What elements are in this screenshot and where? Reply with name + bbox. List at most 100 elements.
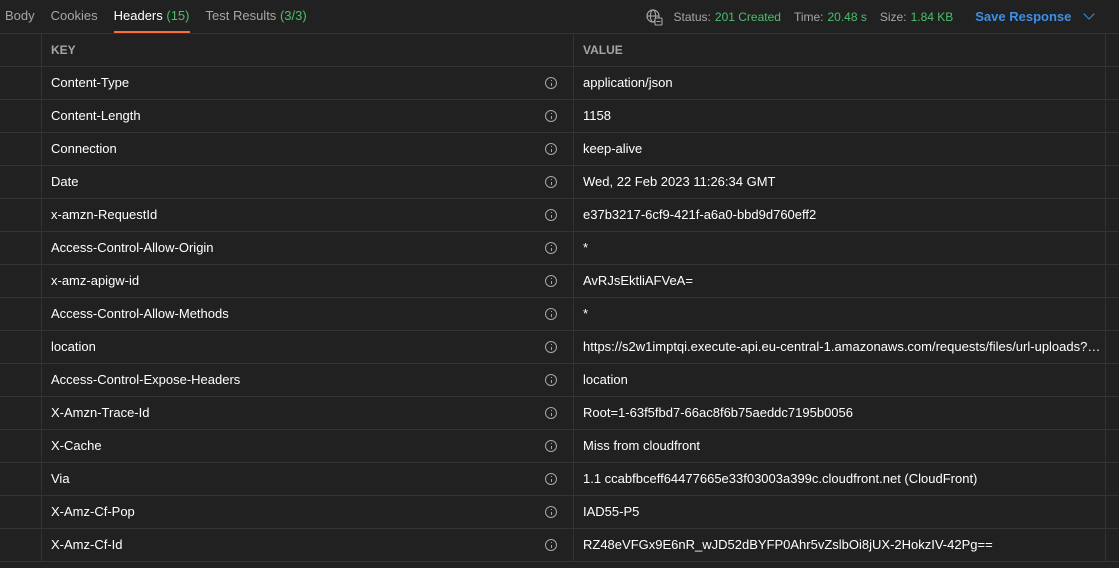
header-key-cell: Access-Control-Expose-Headers bbox=[42, 364, 574, 396]
info-icon[interactable] bbox=[545, 341, 557, 353]
header-key[interactable]: x-amz-apigw-id bbox=[51, 265, 531, 297]
header-value[interactable]: Wed, 22 Feb 2023 11:26:34 GMT bbox=[583, 166, 1101, 198]
info-icon[interactable] bbox=[545, 176, 557, 188]
table-row: Via 1.1 ccabfbceff64477665e33f03003a399c.… bbox=[0, 463, 1119, 496]
header-value[interactable]: keep-alive bbox=[583, 133, 1101, 165]
table-row: Access-Control-Allow-Origin * bbox=[0, 232, 1119, 265]
chevron-down-icon[interactable] bbox=[1083, 8, 1094, 19]
info-icon[interactable] bbox=[545, 374, 557, 386]
header-value[interactable]: Miss from cloudfront bbox=[583, 430, 1101, 462]
info-icon[interactable] bbox=[545, 407, 557, 419]
key-column-header: KEY bbox=[42, 34, 574, 66]
header-value-cell: IAD55-P5 bbox=[574, 496, 1106, 528]
row-gutter bbox=[0, 100, 42, 132]
header-key[interactable]: Date bbox=[51, 166, 531, 198]
header-value-cell: * bbox=[574, 232, 1106, 264]
header-key[interactable]: X-Cache bbox=[51, 430, 531, 462]
header-key[interactable]: X-Amzn-Trace-Id bbox=[51, 397, 531, 429]
header-value[interactable]: 1158 bbox=[583, 100, 1101, 132]
header-key[interactable]: x-amzn-RequestId bbox=[51, 199, 531, 231]
key-header-label: KEY bbox=[51, 34, 531, 66]
header-key-cell: Access-Control-Allow-Origin bbox=[42, 232, 574, 264]
header-value[interactable]: Root=1-63f5fbd7-66ac8f6b75aeddc7195b0056 bbox=[583, 397, 1101, 429]
info-icon[interactable] bbox=[545, 473, 557, 485]
header-value-cell: 1158 bbox=[574, 100, 1106, 132]
header-value[interactable]: https://s2w1imptqi.execute-api.eu-centra… bbox=[583, 331, 1101, 363]
info-icon[interactable] bbox=[545, 506, 557, 518]
time-value[interactable]: 20.48 s bbox=[828, 10, 867, 24]
header-key-cell: X-Amzn-Trace-Id bbox=[42, 397, 574, 429]
row-gutter bbox=[0, 463, 42, 495]
table-row: Content-Length 1158 bbox=[0, 100, 1119, 133]
globe-network-icon[interactable] bbox=[645, 8, 663, 26]
info-icon[interactable] bbox=[545, 242, 557, 254]
header-value-cell: application/json bbox=[574, 67, 1106, 99]
header-value[interactable]: * bbox=[583, 298, 1101, 330]
header-key[interactable]: X-Amz-Cf-Pop bbox=[51, 496, 531, 528]
header-key-cell: X-Amz-Cf-Pop bbox=[42, 496, 574, 528]
row-gutter bbox=[0, 298, 42, 330]
info-icon[interactable] bbox=[545, 308, 557, 320]
header-value[interactable]: IAD55-P5 bbox=[583, 496, 1101, 528]
response-toolbar: Body Cookies Headers (15) Test Results (3/3… bbox=[0, 0, 1119, 34]
header-value[interactable]: AvRJsEktliAFVeA= bbox=[583, 265, 1101, 297]
header-key-cell: x-amzn-RequestId bbox=[42, 199, 574, 231]
header-key[interactable]: Via bbox=[51, 463, 531, 495]
header-value-cell: * bbox=[574, 298, 1106, 330]
row-gutter bbox=[0, 265, 42, 297]
table-row: x-amzn-RequestId e37b3217-6cf9-421f-a6a0-… bbox=[0, 199, 1119, 232]
header-value[interactable]: location bbox=[583, 364, 1101, 396]
header-key-cell: Content-Type bbox=[42, 67, 574, 99]
info-icon[interactable] bbox=[545, 209, 557, 221]
table-row: Date Wed, 22 Feb 2023 11:26:34 GMT bbox=[0, 166, 1119, 199]
row-gutter bbox=[0, 199, 42, 231]
tab-cookies[interactable]: Cookies bbox=[51, 0, 98, 33]
header-key[interactable]: location bbox=[51, 331, 531, 363]
header-key-cell: Access-Control-Allow-Methods bbox=[42, 298, 574, 330]
row-gutter bbox=[0, 34, 42, 66]
table-row: location https://s2w1imptqi.execute-api.e… bbox=[0, 331, 1119, 364]
info-icon[interactable] bbox=[545, 275, 557, 287]
table-row: Access-Control-Allow-Methods * bbox=[0, 298, 1119, 331]
tab-count-badge: (3/3) bbox=[280, 8, 307, 23]
status-value[interactable]: 201 Created bbox=[715, 10, 781, 24]
info-icon[interactable] bbox=[545, 110, 557, 122]
info-icon[interactable] bbox=[545, 539, 557, 551]
tab-label: Body bbox=[5, 8, 35, 23]
info-icon[interactable] bbox=[545, 77, 557, 89]
time-label: Time: bbox=[794, 10, 824, 24]
header-value-cell: RZ48eVFGx9E6nR_wJD52dBYFP0Ahr5vZslbOi8jU… bbox=[574, 529, 1106, 561]
header-key[interactable]: Access-Control-Allow-Methods bbox=[51, 298, 531, 330]
tab-test-results[interactable]: Test Results (3/3) bbox=[206, 0, 307, 33]
tab-body[interactable]: Body bbox=[5, 0, 35, 33]
header-key[interactable]: Content-Length bbox=[51, 100, 531, 132]
size-value[interactable]: 1.84 KB bbox=[911, 10, 954, 24]
status-label: Status: bbox=[674, 10, 711, 24]
row-gutter bbox=[0, 331, 42, 363]
header-value[interactable]: 1.1 ccabfbceff64477665e33f03003a399c.clo… bbox=[583, 463, 1101, 495]
header-key[interactable]: X-Amz-Cf-Id bbox=[51, 529, 531, 561]
header-key[interactable]: Access-Control-Allow-Origin bbox=[51, 232, 531, 264]
header-key[interactable]: Connection bbox=[51, 133, 531, 165]
header-value[interactable]: e37b3217-6cf9-421f-a6a0-bbd9d760eff2 bbox=[583, 199, 1101, 231]
tab-label: Test Results bbox=[206, 8, 277, 23]
header-value[interactable]: * bbox=[583, 232, 1101, 264]
info-icon[interactable] bbox=[545, 143, 557, 155]
header-value[interactable]: RZ48eVFGx9E6nR_wJD52dBYFP0Ahr5vZslbOi8jU… bbox=[583, 529, 1101, 561]
header-value-cell: keep-alive bbox=[574, 133, 1106, 165]
header-value-cell: https://s2w1imptqi.execute-api.eu-centra… bbox=[574, 331, 1106, 363]
save-response-button[interactable]: Save Response bbox=[975, 9, 1093, 24]
header-key[interactable]: Access-Control-Expose-Headers bbox=[51, 364, 531, 396]
header-key-cell: X-Amz-Cf-Id bbox=[42, 529, 574, 561]
row-gutter bbox=[0, 166, 42, 198]
table-row: X-Cache Miss from cloudfront bbox=[0, 430, 1119, 463]
header-key[interactable]: Content-Type bbox=[51, 67, 531, 99]
tab-headers[interactable]: Headers (15) bbox=[114, 0, 190, 33]
response-tabs: Body Cookies Headers (15) Test Results (3/3… bbox=[0, 0, 323, 33]
header-value-cell: Miss from cloudfront bbox=[574, 430, 1106, 462]
info-icon[interactable] bbox=[545, 440, 557, 452]
table-row: Connection keep-alive bbox=[0, 133, 1119, 166]
header-key-cell: X-Cache bbox=[42, 430, 574, 462]
header-key-cell: Via bbox=[42, 463, 574, 495]
header-value[interactable]: application/json bbox=[583, 67, 1101, 99]
